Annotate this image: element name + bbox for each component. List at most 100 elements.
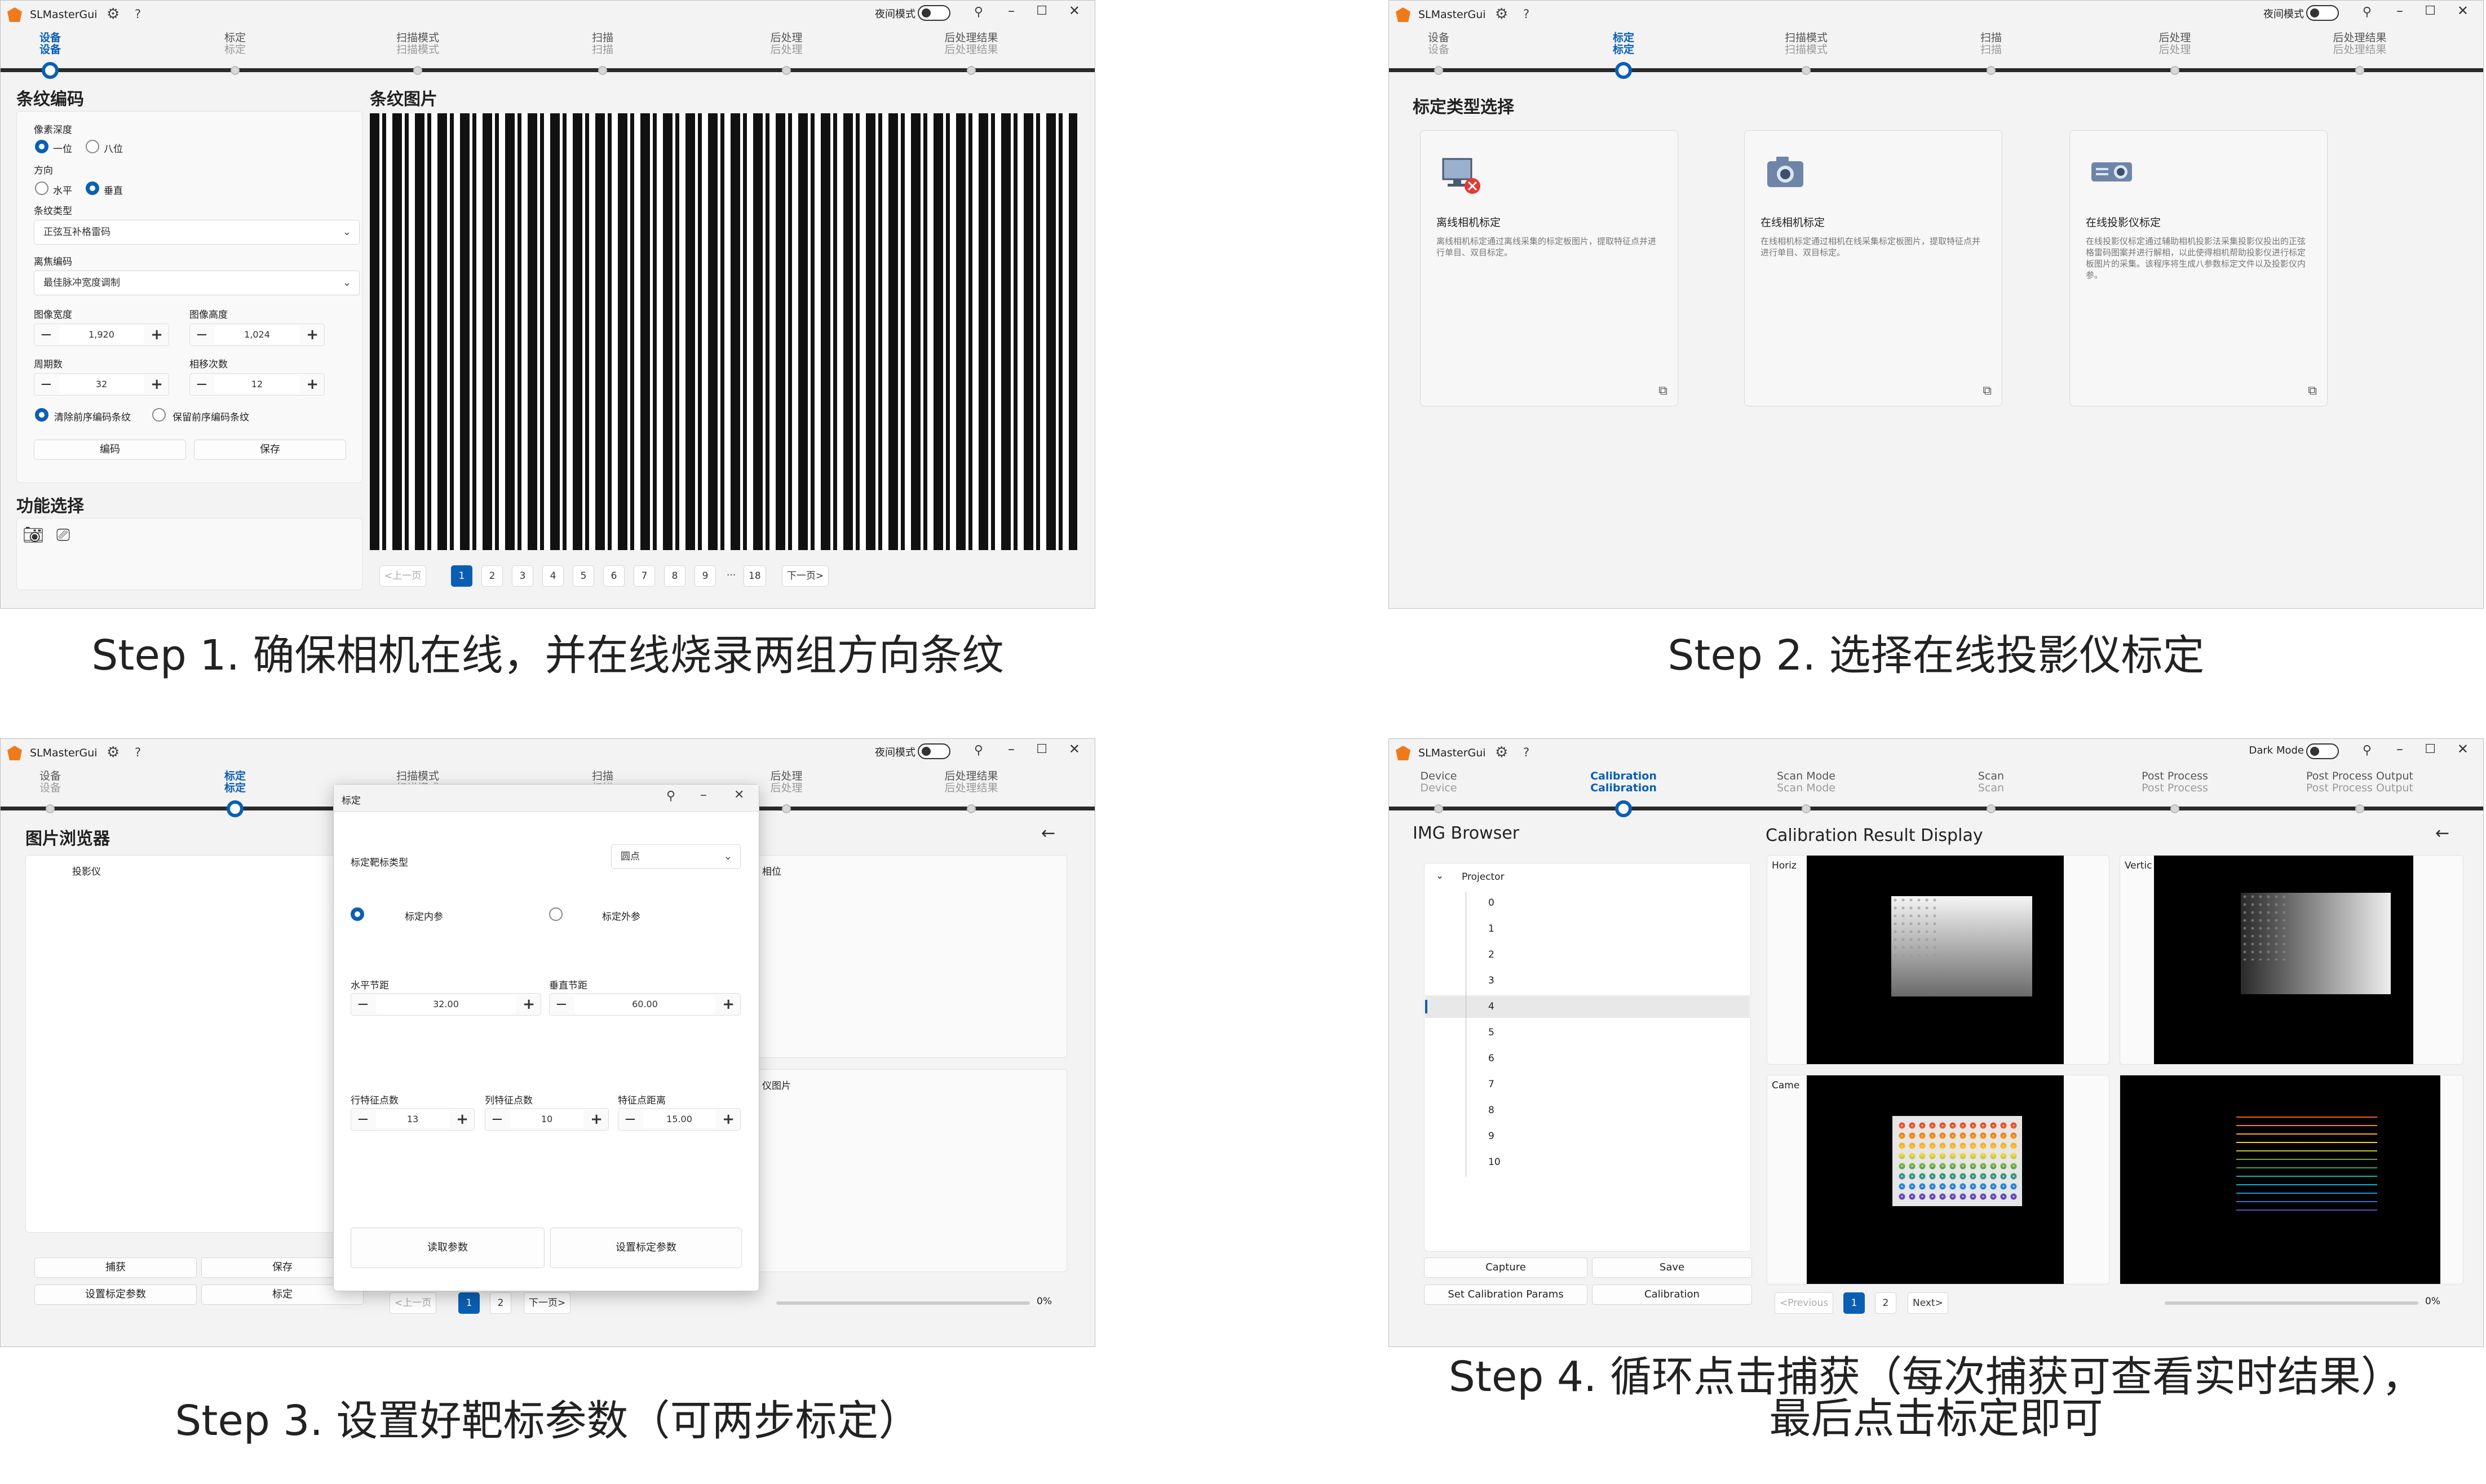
step-tab-1[interactable]: 标定 标定 xyxy=(179,770,291,794)
step-dot[interactable] xyxy=(967,66,976,75)
minimize-button[interactable]: – xyxy=(1008,741,1015,757)
next-page-button[interactable]: Next> xyxy=(1908,1292,1948,1314)
minus-icon[interactable]: − xyxy=(196,324,208,345)
step-tab-0[interactable]: 设备 设备 xyxy=(1389,32,1495,56)
night-mode-toggle[interactable] xyxy=(918,743,950,759)
step-tab-5[interactable]: 后处理结果 后处理结果 xyxy=(2303,32,2416,56)
night-mode-toggle[interactable] xyxy=(2306,743,2339,759)
tree-item[interactable]: 9 xyxy=(1425,1125,1750,1151)
distance-value[interactable]: 15.00 xyxy=(643,1110,715,1128)
maximize-button[interactable]: ☐ xyxy=(1036,742,1047,756)
minimize-button[interactable]: – xyxy=(1008,3,1015,19)
set-params-button[interactable]: Set Calibration Params xyxy=(1424,1284,1587,1305)
plus-icon[interactable]: + xyxy=(722,1109,735,1130)
v-pitch-value[interactable]: 60.00 xyxy=(574,995,715,1013)
close-button[interactable]: ✕ xyxy=(2457,741,2469,757)
tree-item-projector[interactable]: Projector xyxy=(1462,871,1505,883)
step-dot[interactable] xyxy=(46,804,55,813)
tree-item[interactable]: 5 xyxy=(1425,1021,1750,1047)
step-tab-0[interactable]: 设备 设备 xyxy=(1,770,107,794)
distance-stepper[interactable]: −15.00 + xyxy=(618,1108,741,1131)
help-icon[interactable]: ? xyxy=(1523,7,1529,21)
clear-previous-radio[interactable] xyxy=(35,408,48,422)
step-tab-1[interactable]: 标定 标定 xyxy=(179,32,291,56)
plus-icon[interactable]: + xyxy=(523,994,535,1015)
image-height-value[interactable]: 1,024 xyxy=(215,326,299,344)
defocus-select[interactable]: 最佳脉冲宽度调制 ⌄ xyxy=(34,271,360,295)
step-tab-5[interactable]: 后处理结果 后处理结果 xyxy=(915,32,1028,56)
page-button[interactable]: 6 xyxy=(603,565,625,587)
tree-item[interactable]: 2 xyxy=(1425,943,1750,969)
step-navigator[interactable]: Device Device Calibration Calibration Scan M… xyxy=(1389,768,2483,817)
close-button[interactable]: ✕ xyxy=(1069,3,1080,19)
horizontal-radio[interactable] xyxy=(35,181,48,195)
step-navigator[interactable]: 设备设备标定标定扫描模式扫描模式扫描扫描后处理后处理后处理结果后处理结果 xyxy=(1,30,1095,79)
card-online-projector[interactable]: 在线投影仪标定 在线投影仪标定通过辅助相机投影法采集投影仪投出的正弦格雷码图案并… xyxy=(2069,130,2328,406)
prev-page-button[interactable]: <上一页 xyxy=(390,1292,437,1314)
plus-icon[interactable]: + xyxy=(306,324,319,345)
step-tab-1[interactable]: Calibration Calibration xyxy=(1567,770,1680,794)
step-tab-0[interactable]: Device Device xyxy=(1389,770,1495,794)
step-tab-4[interactable]: 后处理 后处理 xyxy=(2118,32,2231,56)
image-width-value[interactable]: 1,920 xyxy=(59,326,144,344)
plus-icon[interactable]: + xyxy=(151,374,163,395)
night-mode-toggle[interactable] xyxy=(918,5,950,21)
v-pitch-stepper[interactable]: −60.00 + xyxy=(549,993,741,1016)
night-mode-toggle[interactable] xyxy=(2306,5,2339,21)
step-tab-2[interactable]: Scan Mode Scan Mode xyxy=(1750,770,1863,794)
gear-icon[interactable]: ⚙ xyxy=(107,6,120,23)
next-page-button[interactable]: 下一页> xyxy=(524,1292,571,1314)
set-params-button[interactable]: 设置标定参数 xyxy=(34,1284,197,1305)
h-pitch-value[interactable]: 32.00 xyxy=(376,995,516,1013)
help-icon[interactable]: ? xyxy=(1523,746,1529,759)
step-dot[interactable] xyxy=(1802,804,1811,813)
step-dot[interactable] xyxy=(2355,66,2364,75)
h-pitch-stepper[interactable]: −32.00 + xyxy=(351,993,541,1016)
back-arrow-icon[interactable]: ← xyxy=(2435,823,2449,843)
minus-icon[interactable]: − xyxy=(357,1109,369,1130)
intrinsic-radio[interactable] xyxy=(351,907,364,921)
cols-stepper[interactable]: −10 + xyxy=(485,1108,609,1131)
card-offline-camera[interactable]: 离线相机标定 离线相机标定通过离线采集的标定板图片，提取特征点并进行单目、双目标… xyxy=(1420,130,1678,406)
tree-item[interactable]: 7 xyxy=(1425,1073,1750,1099)
rows-stepper[interactable]: −13 + xyxy=(351,1108,475,1131)
step-dot[interactable] xyxy=(782,804,791,813)
tree-item[interactable]: 3 xyxy=(1425,969,1750,995)
page-button[interactable]: 9 xyxy=(695,565,716,587)
tree-item[interactable]: 4 xyxy=(1425,995,1750,1021)
step-tab-4[interactable]: 后处理 后处理 xyxy=(730,32,843,56)
minus-icon[interactable]: − xyxy=(357,994,369,1015)
minimize-button[interactable]: – xyxy=(2396,3,2403,19)
image-browser-tree[interactable]: 投影仪 xyxy=(25,855,364,1233)
step-dot[interactable] xyxy=(2170,66,2179,75)
save-button[interactable]: Save xyxy=(1592,1257,1752,1278)
minus-icon[interactable]: − xyxy=(40,324,52,345)
plus-icon[interactable]: + xyxy=(306,374,319,395)
vertical-radio[interactable] xyxy=(86,181,99,195)
plus-icon[interactable]: + xyxy=(151,324,163,345)
maximize-button[interactable]: ☐ xyxy=(1036,4,1047,18)
open-external-icon[interactable]: ⧉ xyxy=(1983,384,1992,398)
phase-shift-value[interactable]: 12 xyxy=(215,375,299,393)
pin-icon[interactable]: ⚲ xyxy=(974,743,983,757)
stripe-type-select[interactable]: 正弦互补格雷码 ⌄ xyxy=(34,220,360,245)
step-dot[interactable] xyxy=(2355,804,2364,813)
image-width-stepper[interactable]: −1,920 + xyxy=(34,324,169,346)
prev-page-button[interactable]: <上一页 xyxy=(379,565,427,587)
pin-icon[interactable]: ⚲ xyxy=(974,5,983,19)
page-button[interactable]: 4 xyxy=(542,565,564,587)
eight-bit-radio[interactable] xyxy=(86,140,99,153)
step-tab-1[interactable]: 标定 标定 xyxy=(1567,32,1680,56)
step-tab-2[interactable]: 扫描模式扫描模式 xyxy=(361,32,474,56)
plus-icon[interactable]: + xyxy=(722,994,735,1015)
step-dot[interactable] xyxy=(967,804,976,813)
gear-icon[interactable]: ⚙ xyxy=(1495,6,1508,23)
minus-icon[interactable]: − xyxy=(40,374,52,395)
next-page-button[interactable]: 下一页> xyxy=(782,565,829,587)
step-tab-3[interactable]: 扫描扫描 xyxy=(546,32,659,56)
keep-previous-radio[interactable] xyxy=(152,408,166,422)
open-external-icon[interactable]: ⧉ xyxy=(1658,384,1667,398)
read-params-button[interactable]: 读取参数 xyxy=(351,1228,545,1268)
rows-value[interactable]: 13 xyxy=(376,1110,449,1128)
page-button[interactable]: 7 xyxy=(634,565,655,587)
